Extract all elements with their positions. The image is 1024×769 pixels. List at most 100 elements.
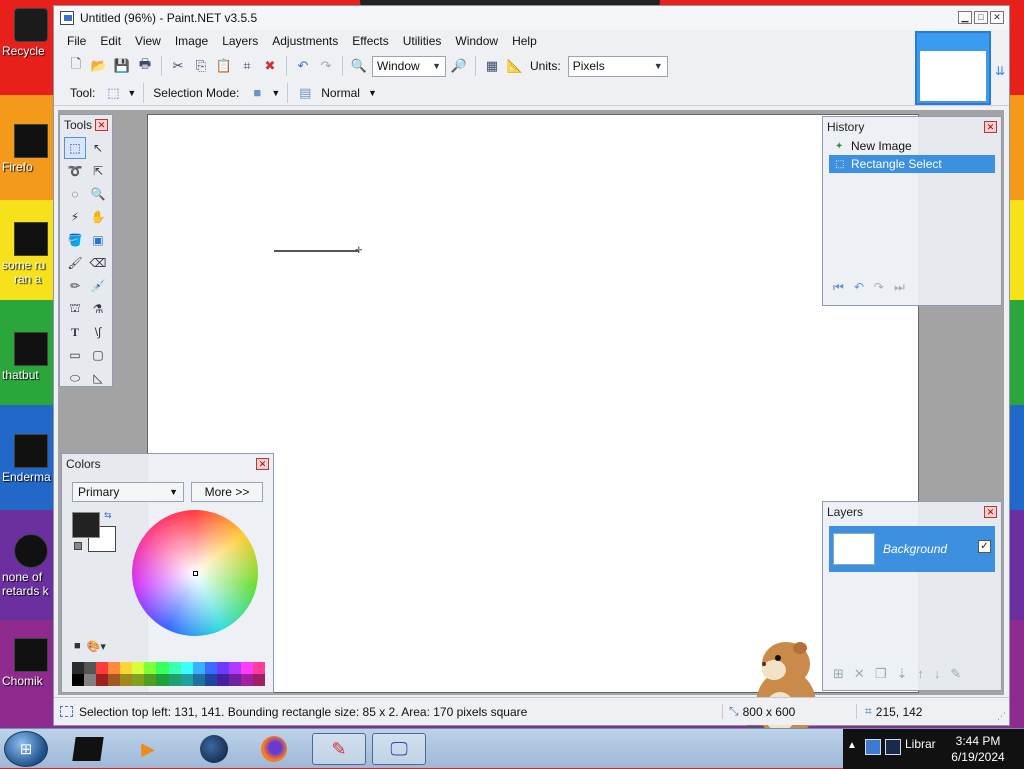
selection-mode-replace-icon[interactable]: ■	[247, 83, 267, 103]
menu-image[interactable]: Image	[168, 32, 215, 50]
menu-adjustments[interactable]: Adjustments	[265, 32, 345, 50]
palette-menu-icon[interactable]: 🎨▾	[87, 640, 106, 653]
paste-icon[interactable]: 📋	[214, 56, 234, 76]
recolor-icon[interactable]: ⚗	[87, 298, 109, 320]
gradient-icon[interactable]: ▣	[87, 229, 109, 251]
freeform-shape-icon[interactable]: ◺	[87, 367, 109, 389]
pan-tool-icon[interactable]: ✋	[87, 206, 109, 228]
zoom-out-icon[interactable]: 🔍	[349, 56, 369, 76]
add-layer-icon[interactable]: ⊞	[833, 666, 844, 682]
palette-swatch[interactable]	[252, 674, 265, 686]
menu-edit[interactable]: Edit	[93, 32, 128, 50]
save-icon[interactable]: 💾	[112, 56, 132, 76]
pencil-icon[interactable]: ✏	[64, 275, 86, 297]
menu-effects[interactable]: Effects	[345, 32, 395, 50]
color-mode-combo[interactable]: Primary ▼	[72, 482, 184, 502]
paintbrush-icon[interactable]: 🖌	[64, 252, 86, 274]
new-image-icon[interactable]: 🗋	[66, 56, 86, 76]
color-wheel-marker[interactable]	[193, 571, 198, 576]
rounded-rectangle-icon[interactable]: ▢	[87, 344, 109, 366]
rectangle-select-icon[interactable]: ⬚	[103, 83, 123, 103]
units-combo[interactable]: Pixels ▼	[567, 55, 668, 77]
menu-window[interactable]: Window	[448, 32, 505, 50]
ellipse-select-icon[interactable]: ◌	[64, 183, 86, 205]
history-item-rectangle-select[interactable]: ⬚ Rectangle Select	[829, 155, 995, 173]
palette-swatch[interactable]	[204, 662, 217, 674]
move-selection-icon[interactable]: ⇱	[87, 160, 109, 182]
palette-swatch[interactable]	[96, 662, 109, 674]
rectangle-shape-icon[interactable]: ▭	[64, 344, 86, 366]
duplicate-layer-icon[interactable]: ❐	[875, 666, 887, 682]
palette-swatch[interactable]	[168, 674, 181, 686]
palette-swatch[interactable]	[108, 662, 121, 674]
blend-mode-value[interactable]: Normal	[321, 86, 360, 100]
zoom-in-icon[interactable]: 🔎	[449, 56, 469, 76]
fast-forward-icon[interactable]: ⏭	[894, 280, 905, 295]
start-button[interactable]: ⊞	[4, 731, 48, 767]
menu-view[interactable]: View	[128, 32, 168, 50]
reset-colors-icon[interactable]	[74, 542, 82, 550]
maximize-button[interactable]: □	[974, 11, 988, 24]
palette-swatch[interactable]	[120, 662, 133, 674]
palette-swatch[interactable]	[96, 674, 109, 686]
palette-swatch[interactable]	[108, 674, 121, 686]
zoom-tool-icon[interactable]: 🔍	[87, 183, 109, 205]
palette-swatch[interactable]	[144, 662, 157, 674]
palette-swatch[interactable]	[180, 662, 193, 674]
zoom-combo[interactable]: Window ▼	[372, 55, 446, 77]
line-curve-icon[interactable]: \∫	[87, 321, 109, 343]
palette-swatch[interactable]	[132, 662, 145, 674]
layers-panel-titlebar[interactable]: Layers ✕	[823, 502, 1001, 522]
thumbnail-list-arrow-icon[interactable]: ⇊	[995, 64, 1005, 78]
palette-swatch[interactable]	[144, 674, 157, 686]
primary-color-swatch[interactable]	[72, 512, 100, 538]
history-item-new-image[interactable]: ✦ New Image	[829, 137, 995, 155]
colors-panel-titlebar[interactable]: Colors ✕	[62, 454, 273, 474]
clone-stamp-icon[interactable]: ⛫	[64, 298, 86, 320]
delete-layer-icon[interactable]: ✕	[854, 666, 865, 682]
text-tool-icon[interactable]: T	[64, 321, 86, 343]
desktop-icon-enderman[interactable]: Enderma	[0, 434, 54, 484]
lasso-select-icon[interactable]: ➰	[64, 160, 86, 182]
palette-swatch[interactable]	[192, 674, 205, 686]
history-undo-icon[interactable]: ↶	[854, 280, 864, 295]
rewind-icon[interactable]: ⏮	[833, 280, 844, 295]
open-folder-icon[interactable]: 📂	[89, 56, 109, 76]
blend-mode-icon[interactable]: ▤	[295, 83, 315, 103]
taskbar-app-media-player[interactable]: ▶	[126, 733, 170, 765]
palette-swatch[interactable]	[216, 674, 229, 686]
palette-swatch[interactable]	[216, 662, 229, 674]
palette-swatch[interactable]	[240, 662, 253, 674]
desktop-icon-thatbut[interactable]: thatbut	[0, 332, 54, 382]
taskbar-app-paintnet-2[interactable]: 🖵	[372, 733, 426, 765]
taskbar-app-firefox[interactable]	[252, 733, 296, 765]
palette-swatch[interactable]	[156, 662, 169, 674]
palette-swatch[interactable]	[240, 674, 253, 686]
palette-swatch[interactable]	[120, 674, 133, 686]
add-to-palette-icon[interactable]: ■	[74, 640, 81, 653]
copy-icon[interactable]: ⎘	[191, 56, 211, 76]
colors-panel-close-icon[interactable]: ✕	[256, 458, 269, 470]
title-bar[interactable]: Untitled (96%) - Paint.NET v3.5.5 ▁ □ ✕	[54, 6, 1009, 30]
print-icon[interactable]: 🖶	[135, 56, 155, 76]
color-picker-icon[interactable]: 💉	[87, 275, 109, 297]
menu-layers[interactable]: Layers	[215, 32, 265, 50]
palette-swatch[interactable]	[180, 674, 193, 686]
move-selected-pixels-icon[interactable]: ↖	[87, 137, 109, 159]
undo-icon[interactable]: ↶	[293, 56, 313, 76]
layers-panel-close-icon[interactable]: ✕	[984, 506, 997, 518]
redo-icon[interactable]: ↷	[316, 56, 336, 76]
swap-colors-icon[interactable]: ⇆	[104, 510, 112, 521]
history-redo-icon[interactable]: ↷	[874, 280, 884, 295]
clock[interactable]: 3:44 PM 6/19/2024	[935, 733, 1021, 765]
palette-swatch[interactable]	[168, 662, 181, 674]
network-icon[interactable]	[865, 739, 881, 755]
history-panel-close-icon[interactable]: ✕	[984, 121, 997, 133]
history-panel-titlebar[interactable]: History ✕	[823, 117, 1001, 137]
palette-swatch[interactable]	[228, 662, 241, 674]
palette-swatch[interactable]	[72, 662, 85, 674]
resize-grip-icon[interactable]: ⋰	[997, 711, 1006, 722]
grid-icon[interactable]: ▦	[482, 56, 502, 76]
eraser-icon[interactable]: ⌫	[87, 252, 109, 274]
display-icon[interactable]	[885, 739, 901, 755]
